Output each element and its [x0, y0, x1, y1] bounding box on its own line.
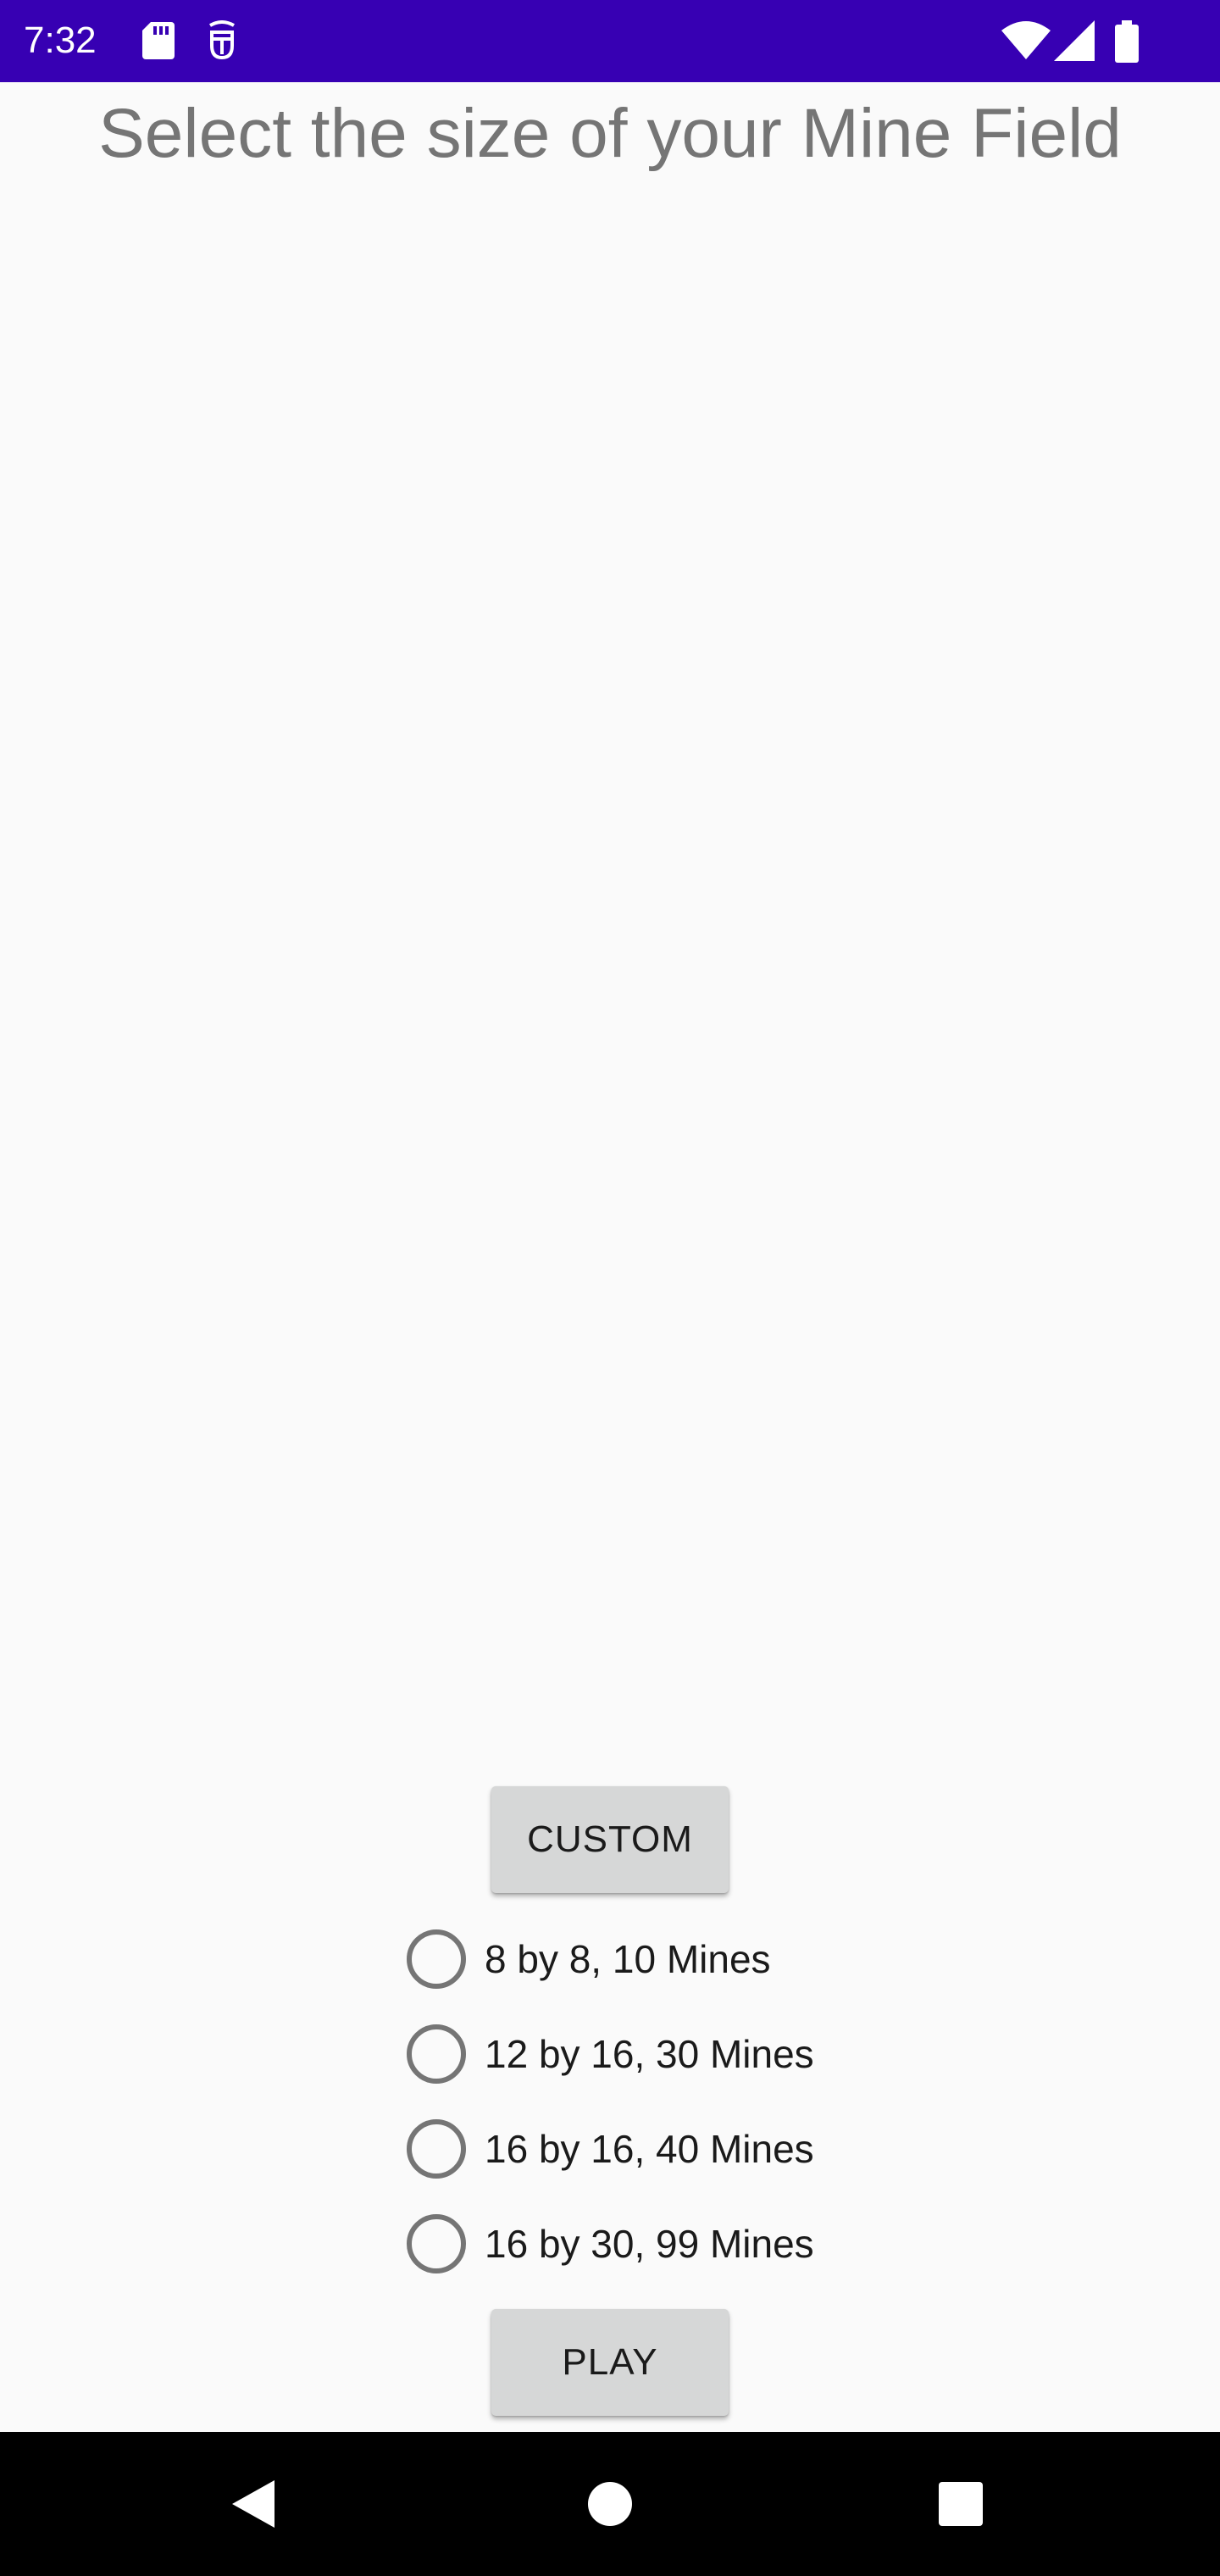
radio-label: 16 by 30, 99 Mines [485, 2222, 814, 2266]
status-bar: 7:32 [0, 0, 1220, 82]
radio-label: 12 by 16, 30 Mines [485, 2032, 814, 2076]
radio-option-12x16[interactable]: 12 by 16, 30 Mines [403, 2007, 878, 2101]
recents-button[interactable] [893, 2432, 1029, 2576]
radio-button[interactable] [407, 2119, 466, 2179]
debug-icon [209, 20, 235, 60]
custom-button[interactable]: CUSTOM [491, 1786, 729, 1893]
sd-card-icon [142, 22, 175, 59]
battery-icon [1115, 20, 1139, 63]
radio-option-16x16[interactable]: 16 by 16, 40 Mines [403, 2101, 878, 2196]
home-button[interactable] [542, 2432, 678, 2576]
radio-button[interactable] [407, 2214, 466, 2273]
back-icon [232, 2480, 274, 2528]
home-icon [588, 2482, 632, 2526]
radio-label: 8 by 8, 10 Mines [485, 1937, 771, 1981]
mine-field-size-radio-group: 8 by 8, 10 Mines 12 by 16, 30 Mines 16 b… [403, 1912, 878, 2291]
wifi-icon [1001, 21, 1051, 59]
signal-icon [1054, 20, 1095, 61]
radio-option-16x30[interactable]: 16 by 30, 99 Mines [403, 2196, 878, 2291]
navigation-bar [0, 2432, 1220, 2576]
back-button[interactable] [186, 2432, 322, 2576]
recents-icon [939, 2482, 983, 2526]
status-time: 7:32 [24, 19, 97, 61]
radio-button[interactable] [407, 1929, 466, 1989]
play-button[interactable]: PLAY [491, 2309, 729, 2416]
radio-button[interactable] [407, 2024, 466, 2084]
radio-option-8x8[interactable]: 8 by 8, 10 Mines [403, 1912, 878, 2007]
radio-label: 16 by 16, 40 Mines [485, 2127, 814, 2171]
screen: 7:32 Select the size of your Mine Field … [0, 0, 1220, 2576]
page-title: Select the size of your Mine Field [98, 95, 1122, 172]
